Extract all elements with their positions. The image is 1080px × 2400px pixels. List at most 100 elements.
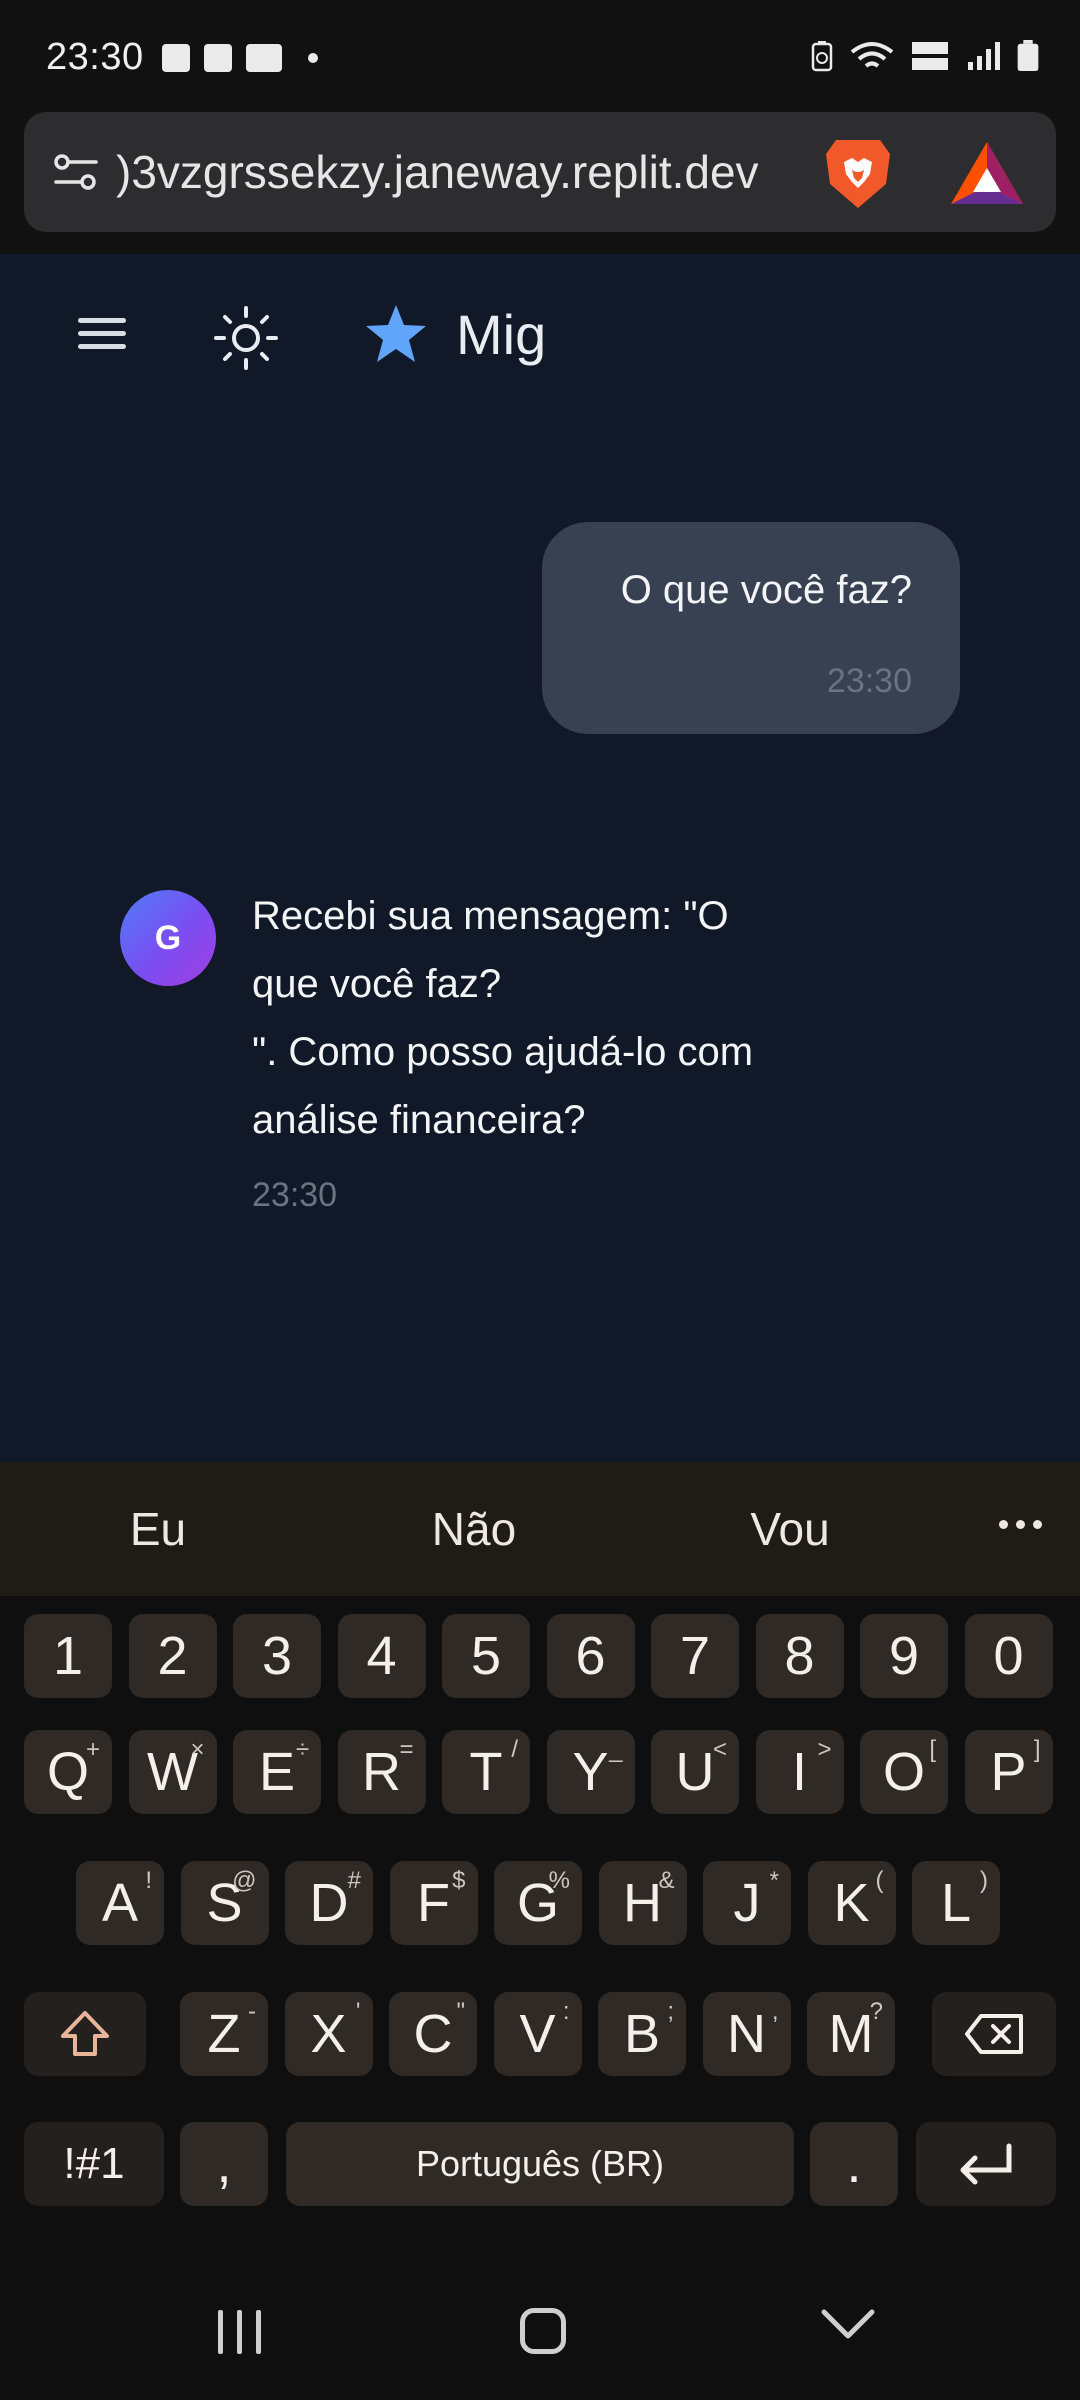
key-alt-label: =	[399, 1736, 414, 1763]
key-label: T	[469, 1742, 503, 1802]
backspace-icon	[965, 2014, 1023, 2054]
checkbox-notification-icon	[162, 44, 190, 72]
key-label: 9	[888, 1626, 920, 1686]
key-k[interactable]: K(	[807, 1861, 896, 1945]
home-button[interactable]	[520, 2308, 566, 2354]
wifi-icon	[850, 42, 894, 68]
suggestion-1[interactable]: Eu	[0, 1502, 316, 1556]
suggestion-3[interactable]: Vou	[632, 1502, 948, 1556]
key-alt-label: ]	[1033, 1736, 1041, 1763]
brave-shields-icon[interactable]	[816, 130, 900, 214]
key-7[interactable]: 7	[651, 1614, 739, 1698]
site-settings-icon[interactable]	[50, 146, 102, 198]
key-alt-label: *	[769, 1867, 779, 1894]
key-label: R	[362, 1742, 401, 1802]
key-h[interactable]: H &	[598, 1861, 687, 1945]
key-t[interactable]: T /	[442, 1730, 530, 1814]
key-q[interactable]: Q +	[24, 1730, 112, 1814]
key-4[interactable]: 4	[337, 1614, 426, 1698]
recents-button[interactable]	[218, 2310, 261, 2354]
key-alt-label: /	[511, 1736, 518, 1763]
key-alt-label: %	[548, 1867, 570, 1894]
key-j[interactable]: J *	[703, 1861, 791, 1945]
period-key[interactable]: .	[810, 2122, 898, 2206]
key-6[interactable]: 6	[546, 1614, 635, 1698]
key-alt-label: &	[658, 1867, 675, 1894]
user-message-text: O que você faz?	[620, 568, 912, 612]
brave-rewards-icon[interactable]	[949, 138, 1025, 208]
key-x[interactable]: X '	[284, 1992, 373, 2076]
key-z[interactable]: Z-	[180, 1992, 268, 2076]
key-label: A	[101, 1873, 139, 1933]
key-label: 3	[261, 1626, 293, 1686]
key-l[interactable]: L)	[912, 1861, 1000, 1945]
enter-key[interactable]	[916, 2122, 1056, 2206]
key-alt-label: (	[875, 1867, 884, 1894]
key-o[interactable]: O[	[860, 1730, 948, 1814]
key-n[interactable]: N,	[702, 1992, 791, 2076]
key-alt-label: ÷	[295, 1736, 309, 1763]
user-message-bubble: O que você faz? 23:30	[542, 522, 960, 734]
key-label: K	[833, 1873, 870, 1933]
comma-key[interactable]: ,	[180, 2122, 268, 2206]
menu-button[interactable]	[72, 310, 132, 366]
bot-message-line: Recebi sua mensagem: "O	[252, 894, 729, 938]
key-alt-label: ;	[667, 1998, 674, 2025]
system-icons	[810, 40, 1040, 72]
key-label: U	[675, 1742, 715, 1802]
key-alt-label: $	[452, 1867, 466, 1894]
key-w[interactable]: W ×	[128, 1730, 217, 1814]
key-i[interactable]: I >	[755, 1730, 844, 1814]
key-9[interactable]: 9	[860, 1614, 948, 1698]
key-label: I	[791, 1742, 807, 1802]
back-chevron-icon[interactable]	[820, 2306, 876, 2342]
theme-toggle-sun-icon[interactable]	[212, 304, 280, 372]
key-label: L	[940, 1873, 972, 1933]
key-alt-label: ×	[190, 1736, 205, 1763]
key-y[interactable]: Y _	[546, 1730, 635, 1814]
key-g[interactable]: G%	[494, 1861, 582, 1945]
key-5[interactable]: 5	[442, 1614, 530, 1698]
shift-icon	[61, 2011, 109, 2056]
space-key[interactable]: Português (BR)	[286, 2122, 794, 2206]
signal-icon	[968, 42, 1000, 70]
key-e[interactable]: E ÷	[233, 1730, 321, 1814]
key-c[interactable]: C "	[389, 1992, 477, 2076]
key-label: C	[413, 2004, 453, 2064]
key-alt-label: "	[456, 1998, 465, 2025]
key-m[interactable]: M?	[807, 1992, 895, 2076]
key-f[interactable]: F $	[389, 1861, 478, 1945]
key-alt-label: <	[712, 1736, 727, 1763]
key-label: B	[623, 2004, 661, 2064]
key-1[interactable]: 1	[24, 1614, 112, 1698]
key-r[interactable]: R =	[337, 1730, 426, 1814]
key-b[interactable]: B;	[598, 1992, 686, 2076]
app-title: Mig	[456, 303, 547, 366]
key-3[interactable]: 3	[233, 1614, 321, 1698]
suggestion-2[interactable]: Não	[316, 1502, 632, 1556]
key-0[interactable]: 0	[964, 1614, 1053, 1698]
key-8[interactable]: 8	[755, 1614, 844, 1698]
battery-saver-icon	[811, 41, 833, 72]
key-s[interactable]: S @	[180, 1861, 269, 1945]
key-alt-label: @	[232, 1867, 257, 1894]
key-a[interactable]: A!	[76, 1861, 164, 1945]
key-label: M	[828, 2004, 874, 2064]
key-label: P	[990, 1742, 1027, 1802]
key-d[interactable]: D #	[285, 1861, 373, 1945]
key-alt-label: !	[145, 1867, 152, 1894]
key-2[interactable]: 2	[128, 1614, 217, 1698]
key-label: 8	[784, 1626, 815, 1686]
key-label: 2	[157, 1626, 188, 1686]
key-alt-label: ?	[869, 1998, 883, 2025]
address-bar[interactable]: )3vzgrssekzy.janeway.replit.dev	[24, 112, 1056, 232]
symbols-key[interactable]: !#1	[24, 2122, 164, 2206]
key-p[interactable]: P]	[964, 1730, 1053, 1814]
key-label: E	[258, 1742, 296, 1802]
url-text[interactable]: )3vzgrssekzy.janeway.replit.dev	[116, 142, 816, 202]
key-u[interactable]: U <	[651, 1730, 739, 1814]
more-options-icon[interactable]	[999, 1520, 1042, 1529]
shift-key[interactable]	[24, 1992, 146, 2076]
backspace-key[interactable]	[932, 1992, 1056, 2076]
key-v[interactable]: V:	[493, 1992, 582, 2076]
